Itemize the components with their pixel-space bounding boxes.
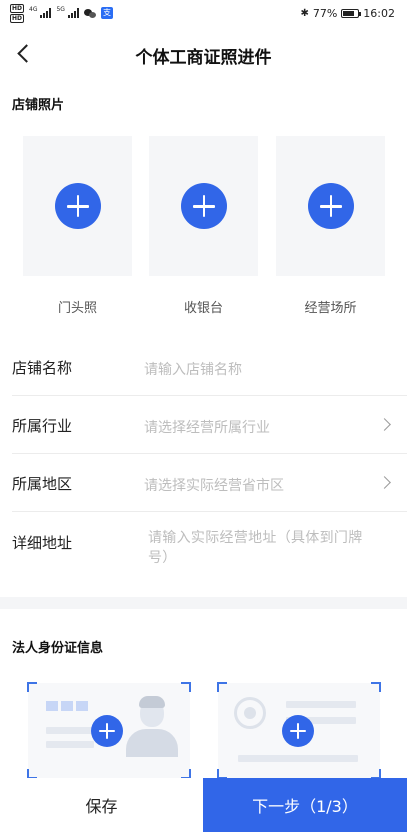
nav-bar: 个体工商证照进件 xyxy=(0,30,407,80)
chevron-right-icon[interactable] xyxy=(378,476,391,489)
card-mark xyxy=(61,701,73,711)
save-button[interactable]: 保存 xyxy=(0,778,203,832)
photo-label-cashier: 收银台 xyxy=(183,301,223,316)
frame-corner xyxy=(217,682,227,692)
signal-icon xyxy=(40,8,52,18)
card-line xyxy=(286,701,356,708)
frame-corner xyxy=(181,682,191,692)
add-icon[interactable] xyxy=(181,183,227,229)
address-input[interactable]: 请输入实际经营地址（具体到门牌号） xyxy=(148,528,376,568)
battery-icon xyxy=(341,8,362,18)
industry-select[interactable]: 请选择经营所属行业 xyxy=(144,417,270,437)
chevron-right-icon[interactable] xyxy=(378,418,391,431)
hd-icon: HD HD xyxy=(10,3,25,23)
portrait-icon xyxy=(124,693,178,759)
status-right: ✱ 77% 16:02 xyxy=(300,7,395,20)
next-step-button[interactable]: 下一步（1/3） xyxy=(203,778,407,832)
card-line xyxy=(238,755,358,762)
add-icon[interactable] xyxy=(282,715,314,747)
signal-icon xyxy=(67,8,79,18)
id-card-back-upload[interactable] xyxy=(217,682,381,779)
frame-corner xyxy=(371,682,381,692)
photo-upload-storefront[interactable] xyxy=(23,136,132,276)
form-row-store-name[interactable]: 店铺名称 请输入店铺名称 xyxy=(12,338,407,396)
id-section-title: 法人身份证信息 xyxy=(12,641,104,656)
add-icon[interactable] xyxy=(308,183,354,229)
add-icon[interactable] xyxy=(91,715,123,747)
national-emblem-icon xyxy=(234,697,266,729)
network-type-1: 4G xyxy=(29,5,38,13)
store-photos-title: 店铺照片 xyxy=(12,98,65,113)
card-mark xyxy=(76,701,88,711)
clock: 16:02 xyxy=(363,6,395,20)
status-left: HD HD 4G 5G 支 xyxy=(10,3,113,23)
app-icon: 支 xyxy=(100,7,113,19)
region-label: 所属地区 xyxy=(12,475,73,493)
add-icon[interactable] xyxy=(55,183,101,229)
form-row-industry[interactable]: 所属行业 请选择经营所属行业 xyxy=(12,396,407,454)
form-row-region[interactable]: 所属地区 请选择实际经营省市区 xyxy=(12,454,407,512)
store-name-label: 店铺名称 xyxy=(12,359,73,377)
photo-label-premises: 经营场所 xyxy=(304,301,357,316)
id-card-front-upload[interactable] xyxy=(27,682,191,779)
card-line xyxy=(46,741,94,748)
hd-badge-top: HD xyxy=(10,3,25,13)
section-divider xyxy=(0,597,407,609)
network-type-2: 5G xyxy=(56,5,65,13)
status-bar: HD HD 4G 5G 支 ✱ 77% 16:02 xyxy=(0,0,407,26)
bluetooth-icon: ✱ xyxy=(300,7,309,19)
form-row-address[interactable]: 详细地址 请输入实际经营地址（具体到门牌号） xyxy=(12,513,407,593)
address-label: 详细地址 xyxy=(12,534,73,552)
industry-label: 所属行业 xyxy=(12,417,73,435)
battery-percent: 77% xyxy=(312,6,338,20)
hd-badge-bottom: HD xyxy=(10,13,25,23)
bottom-action-bar: 保存 下一步（1/3） xyxy=(0,778,407,832)
wechat-icon xyxy=(83,8,96,18)
card-mark xyxy=(46,701,58,711)
frame-corner xyxy=(27,682,37,692)
photo-upload-premises[interactable] xyxy=(276,136,385,276)
region-select[interactable]: 请选择实际经营省市区 xyxy=(144,475,284,495)
photo-upload-cashier[interactable] xyxy=(149,136,258,276)
page-title: 个体工商证照进件 xyxy=(135,48,272,68)
store-name-input[interactable]: 请输入店铺名称 xyxy=(144,359,242,379)
photo-label-storefront: 门头照 xyxy=(57,301,97,316)
